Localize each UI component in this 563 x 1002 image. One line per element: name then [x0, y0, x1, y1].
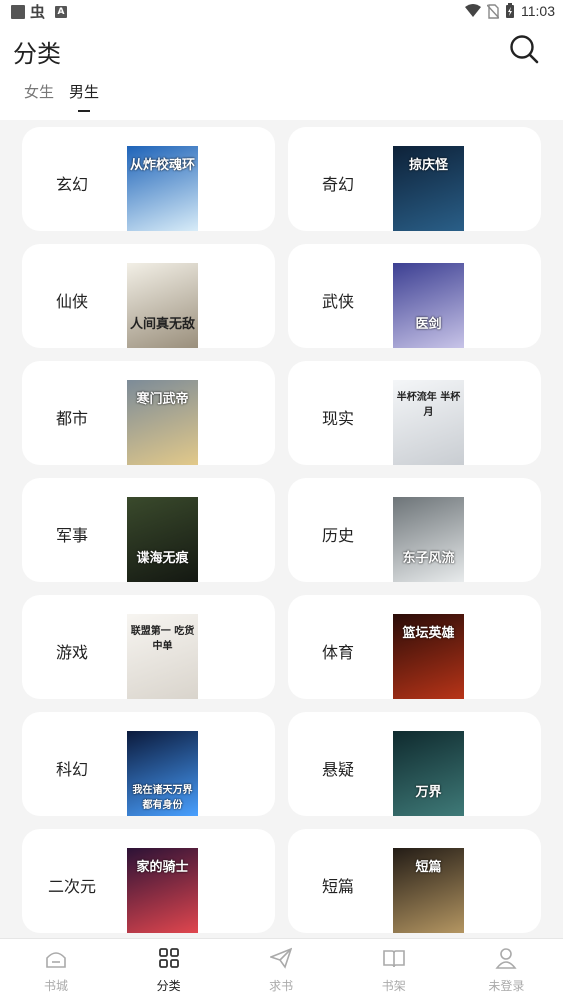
category-label: 武侠: [321, 292, 354, 311]
book-cover-title: 我在诸天万界 都有身份: [132, 785, 193, 811]
wifi-icon: [465, 4, 481, 17]
status-icons: 11:03: [465, 3, 555, 19]
book-cover-title: 短篇: [415, 860, 442, 875]
book-cover-title: 篮坛英雄: [402, 626, 455, 641]
category-card[interactable]: 仙侠人间真无敌: [22, 244, 275, 348]
book-cover-title: 谍海无痕: [136, 551, 189, 566]
book-cover-title: 医剑: [415, 317, 442, 332]
nav-item-label: 分类: [156, 979, 181, 993]
book-cover-image: 从炸校魂环: [127, 146, 198, 231]
active-tab-indicator: [78, 110, 90, 112]
book-cover-image: 东子风流: [393, 497, 464, 582]
book-cover-title: 联盟第一 吃货中单: [130, 626, 195, 652]
search-icon[interactable]: [509, 34, 539, 64]
category-label: 游戏: [55, 643, 88, 662]
user-icon: [495, 947, 517, 969]
category-card[interactable]: 都市 寒门武帝: [22, 361, 275, 465]
no-sim-icon: [487, 3, 499, 19]
book-cover-title: 东子风流: [402, 551, 455, 566]
category-label: 体育: [321, 643, 354, 662]
book-cover-image: 短篇: [393, 848, 464, 933]
category-label: 科幻: [55, 760, 88, 779]
bug-notification-icon: 虫: [30, 3, 46, 21]
book-cover-image: 家的骑士: [127, 848, 198, 933]
book-cover-image: 联盟第一 吃货中单: [127, 614, 198, 699]
category-card[interactable]: 悬疑万界: [288, 712, 541, 816]
category-label: 历史: [321, 526, 354, 545]
category-label: 现实: [321, 409, 354, 428]
nav-item-label: 书城: [43, 979, 68, 993]
category-label: 短篇: [321, 877, 354, 896]
nav-item-3[interactable]: 书架: [338, 939, 450, 1002]
book-cover-image: 我在诸天万界 都有身份: [127, 731, 198, 816]
book-cover-title: 从炸校魂环: [129, 158, 195, 173]
book-cover-title: 万界: [415, 785, 442, 800]
nav-item-2[interactable]: 求书: [225, 939, 337, 1002]
grid-icon: [158, 947, 180, 969]
category-card[interactable]: 武侠医剑: [288, 244, 541, 348]
category-label: 玄幻: [55, 175, 88, 194]
category-label: 奇幻: [321, 175, 354, 194]
page-title: 分类: [13, 40, 61, 68]
category-card[interactable]: 现实 半杯流年 半杯月: [288, 361, 541, 465]
book-cover-image: 万界: [393, 731, 464, 816]
book-cover-image: 寒门武帝: [127, 380, 198, 465]
book-cover-image: 医剑: [393, 263, 464, 348]
notification-square-icon: [11, 5, 25, 19]
category-card[interactable]: 短篇 短篇: [288, 829, 541, 933]
book-cover-title: 人间真无敌: [129, 317, 195, 332]
category-grid: 玄幻 从炸校魂环 奇幻 掠庆怪 仙侠 人间真无敌 武侠 医剑 都市 寒门武帝 现实 半杯流年 半杯月军…: [0, 120, 563, 938]
book-cover-image: 掠庆怪: [393, 146, 464, 231]
category-label: 军事: [55, 526, 88, 545]
book-cover-title: 家的骑士: [136, 860, 189, 875]
book-cover-image: 人间真无敌: [127, 263, 198, 348]
tab-female[interactable]: 女生: [24, 81, 54, 102]
category-label: 仙侠: [55, 292, 88, 311]
bottom-navigation: 书城 分类 求书 书架 未登录: [0, 938, 563, 1002]
book-cover-title: 半杯流年 半杯月: [396, 392, 461, 418]
book-cover-image: 半杯流年 半杯月: [393, 380, 464, 465]
home-icon: [45, 947, 67, 969]
category-label: 二次元: [47, 877, 96, 896]
nav-item-0[interactable]: 书城: [0, 939, 112, 1002]
battery-charging-icon: [506, 3, 514, 18]
nav-item-4[interactable]: 未登录: [450, 939, 562, 1002]
book-cover-title: 寒门武帝: [136, 392, 189, 407]
nav-item-label: 书架: [381, 979, 406, 993]
nav-item-label: 未登录: [488, 979, 525, 993]
gender-tabs: 女生 男生: [0, 74, 563, 120]
book-cover-image: 篮坛英雄: [393, 614, 464, 699]
category-card[interactable]: 游戏 联盟第一 吃货中单: [22, 595, 275, 699]
category-card[interactable]: 历史东子风流: [288, 478, 541, 582]
a-notification-icon: A: [55, 6, 67, 18]
category-card[interactable]: 军事谍海无痕: [22, 478, 275, 582]
category-card[interactable]: 玄幻 从炸校魂环: [22, 127, 275, 231]
tab-male[interactable]: 男生: [69, 81, 99, 102]
category-card[interactable]: 体育 篮坛英雄: [288, 595, 541, 699]
category-card[interactable]: 科幻我在诸天万界 都有身份: [22, 712, 275, 816]
book-cover-title: 掠庆怪: [408, 158, 448, 173]
category-card[interactable]: 奇幻 掠庆怪: [288, 127, 541, 231]
paper-plane-icon: [268, 947, 293, 969]
nav-item-label: 求书: [269, 979, 294, 993]
status-bar: 虫 A 11:03: [0, 0, 563, 24]
header: 分类: [0, 24, 563, 74]
category-card[interactable]: 二次元 家的骑士: [22, 829, 275, 933]
book-cover-image: 谍海无痕: [127, 497, 198, 582]
category-label: 悬疑: [321, 760, 354, 779]
category-label: 都市: [55, 409, 88, 428]
nav-item-1[interactable]: 分类: [113, 939, 225, 1002]
status-time: 11:03: [521, 3, 555, 19]
book-icon: [382, 947, 405, 969]
